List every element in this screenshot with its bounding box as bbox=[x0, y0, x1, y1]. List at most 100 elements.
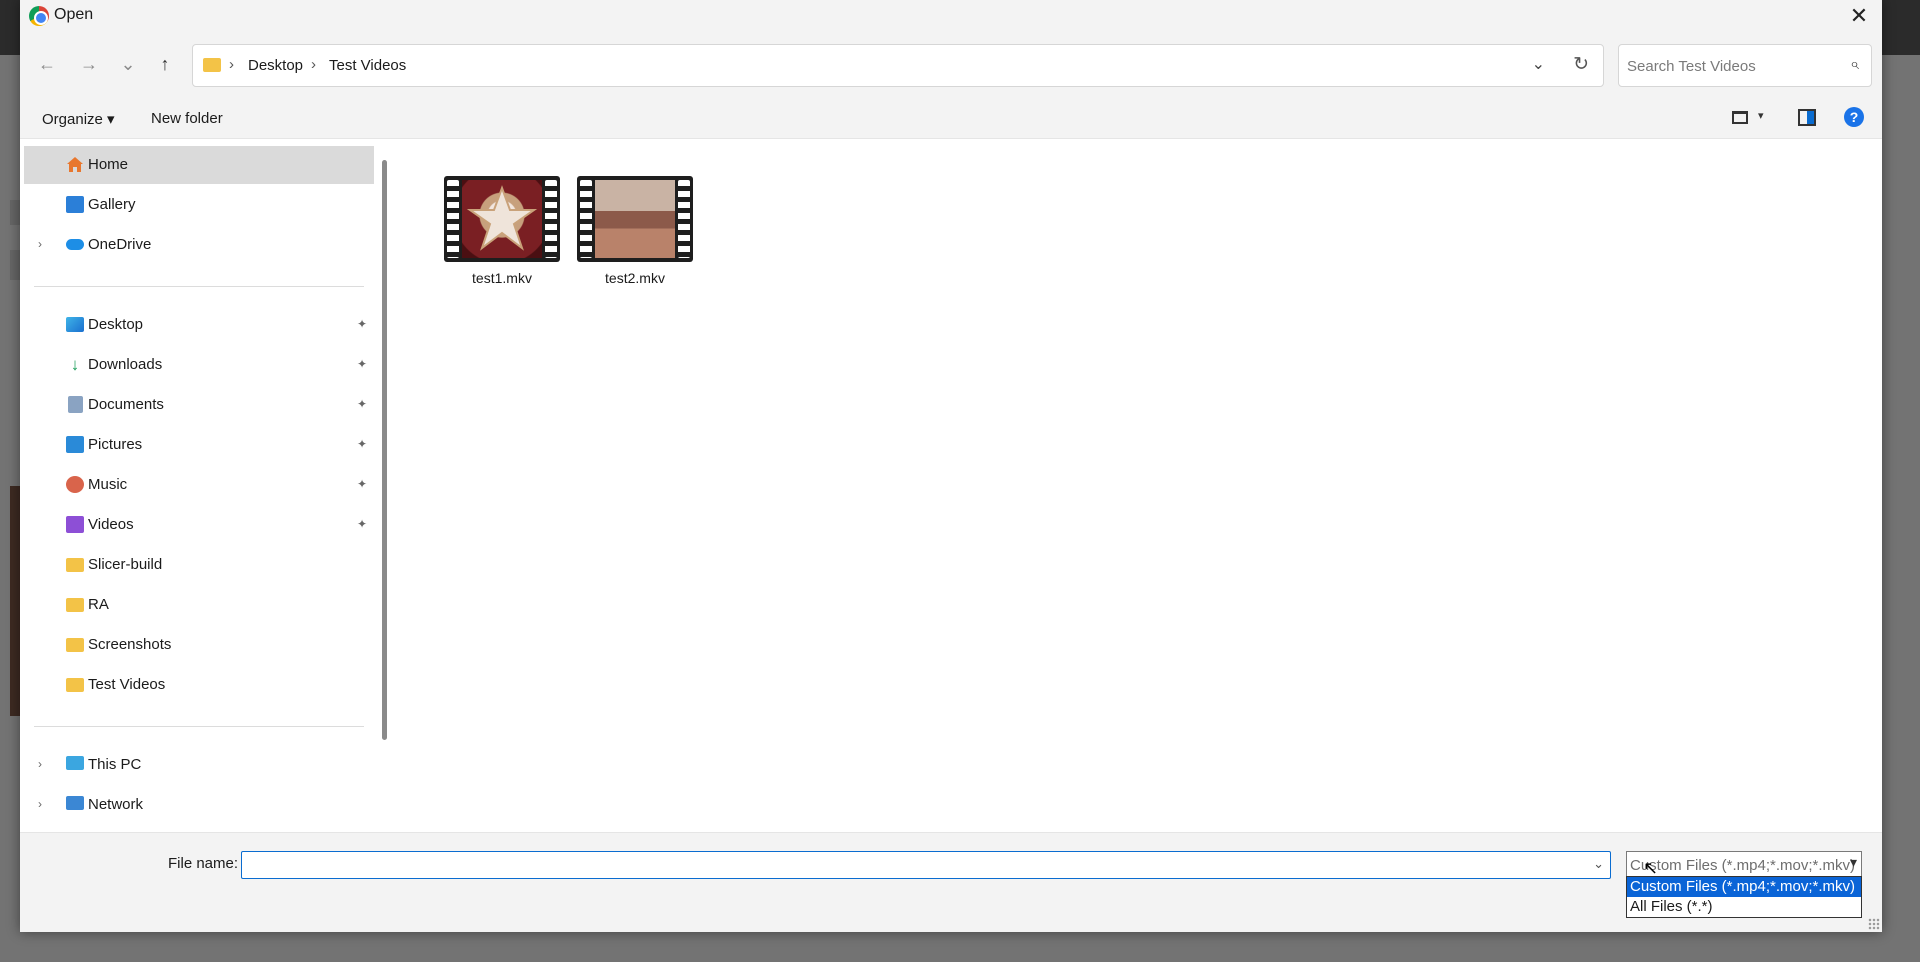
sidebar-item-label: Downloads bbox=[88, 356, 163, 373]
pin-icon[interactable]: ✦ bbox=[357, 437, 367, 451]
home-icon bbox=[66, 156, 84, 173]
videos-icon bbox=[66, 516, 84, 533]
sidebar-item-videos[interactable]: Videos ✦ bbox=[24, 506, 374, 544]
preview-pane-icon[interactable] bbox=[1798, 109, 1816, 126]
arrow-right-icon: → bbox=[80, 53, 98, 74]
file-type-option[interactable]: Custom Files (*.mp4;*.mov;*.mkv) bbox=[1627, 877, 1861, 897]
file-type-value: Custom Files (*.mp4;*.mov;*.mkv) bbox=[1630, 857, 1856, 874]
resize-grip[interactable] bbox=[1868, 918, 1880, 930]
address-history-dropdown[interactable]: ⌄ bbox=[1532, 54, 1545, 74]
folder-icon bbox=[66, 598, 84, 612]
folder-icon bbox=[203, 58, 221, 72]
folder-icon bbox=[66, 678, 84, 692]
view-mode-icon[interactable] bbox=[1732, 111, 1748, 124]
breadcrumb-desktop[interactable]: Desktop bbox=[248, 57, 303, 74]
sidebar-item-music[interactable]: Music ✦ bbox=[24, 466, 374, 504]
sidebar-item-label: Documents bbox=[88, 396, 164, 413]
view-dropdown-icon[interactable]: ▾ bbox=[1758, 109, 1764, 122]
file-item-test1[interactable]: test1.mkv bbox=[438, 176, 560, 286]
folder-icon bbox=[66, 638, 84, 652]
up-button[interactable]: ↑ bbox=[150, 49, 180, 79]
sidebar-item-label: Test Videos bbox=[88, 676, 166, 693]
folder-icon bbox=[66, 558, 84, 572]
sidebar-item-ra[interactable]: RA bbox=[24, 586, 374, 624]
search-input[interactable] bbox=[1627, 55, 1827, 77]
chrome-logo-icon bbox=[29, 6, 49, 26]
pin-icon[interactable]: ✦ bbox=[357, 517, 367, 531]
sidebar-item-documents[interactable]: Documents ✦ bbox=[24, 386, 374, 424]
film-strip-edge bbox=[580, 180, 592, 258]
chevron-right-icon[interactable]: › bbox=[38, 757, 42, 771]
sidebar-item-label: Music bbox=[88, 476, 128, 493]
gallery-icon bbox=[66, 196, 84, 213]
help-icon[interactable]: ? bbox=[1844, 107, 1864, 127]
sidebar-item-slicer-build[interactable]: Slicer-build bbox=[24, 546, 374, 584]
chevron-down-icon[interactable]: ⌄ bbox=[1593, 856, 1604, 872]
address-bar[interactable]: › Desktop › Test Videos ⌄ ↻ bbox=[192, 44, 1604, 87]
chevron-down-icon: ⌄ bbox=[120, 53, 136, 74]
pin-icon[interactable]: ✦ bbox=[357, 357, 367, 371]
sidebar-item-label: RA bbox=[88, 596, 109, 613]
sidebar-item-screenshots[interactable]: Screenshots bbox=[24, 626, 374, 664]
navigation-scrollbar[interactable] bbox=[382, 160, 387, 740]
video-frame bbox=[595, 180, 675, 258]
background-fragment bbox=[10, 486, 20, 716]
pin-icon[interactable]: ✦ bbox=[357, 317, 367, 331]
navigation-row: ← → ⌄ ↑ › Desktop › Test Videos ⌄ ↻ ⌕ bbox=[20, 31, 1882, 99]
desktop-icon bbox=[66, 317, 84, 332]
chevron-down-icon[interactable]: ▾ bbox=[1850, 854, 1857, 871]
close-icon: ✕ bbox=[1849, 2, 1869, 28]
mouse-cursor-icon: ↖ bbox=[1643, 858, 1659, 878]
pictures-icon bbox=[66, 436, 84, 453]
new-folder-button[interactable]: New folder bbox=[151, 110, 223, 127]
file-type-select[interactable]: Custom Files (*.mp4;*.mov;*.mkv) ▾ bbox=[1626, 851, 1862, 879]
back-button[interactable]: ← bbox=[32, 49, 62, 79]
sidebar-item-label: This PC bbox=[88, 756, 142, 773]
pin-icon[interactable]: ✦ bbox=[357, 477, 367, 491]
pin-icon[interactable]: ✦ bbox=[357, 397, 367, 411]
sidebar-item-desktop[interactable]: Desktop ✦ bbox=[24, 306, 374, 344]
file-name-input[interactable] bbox=[246, 855, 1566, 875]
sidebar-item-label: Network bbox=[88, 796, 144, 813]
file-name: test2.mkv bbox=[605, 270, 665, 286]
refresh-icon[interactable]: ↻ bbox=[1573, 53, 1589, 76]
background-fragment bbox=[10, 250, 20, 280]
sidebar-item-onedrive[interactable]: › OneDrive bbox=[24, 226, 374, 264]
sidebar-item-test-videos[interactable]: Test Videos bbox=[24, 666, 374, 704]
file-name-combobox[interactable]: ⌄ bbox=[241, 851, 1611, 879]
file-type-option[interactable]: All Files (*.*) bbox=[1627, 897, 1861, 917]
sidebar-item-label: Gallery bbox=[88, 196, 136, 213]
sidebar-item-label: Videos bbox=[88, 516, 134, 533]
sidebar-item-label: OneDrive bbox=[88, 236, 152, 253]
recent-locations-button[interactable]: ⌄ bbox=[113, 49, 143, 79]
sidebar-item-gallery[interactable]: Gallery bbox=[24, 186, 374, 224]
file-name: test1.mkv bbox=[472, 270, 532, 286]
search-box[interactable]: ⌕ bbox=[1618, 44, 1872, 87]
forward-button[interactable]: → bbox=[74, 49, 104, 79]
file-selection-bar: File name: ⌄ Custom Files (*.mp4;*.mov;*… bbox=[20, 832, 1882, 932]
computer-icon bbox=[66, 756, 84, 770]
sidebar-item-label: Desktop bbox=[88, 316, 144, 333]
breadcrumb-test-videos[interactable]: Test Videos bbox=[329, 57, 406, 74]
file-item-test2[interactable]: test2.mkv bbox=[571, 176, 693, 286]
network-icon bbox=[66, 796, 84, 810]
breadcrumb-separator: › bbox=[311, 56, 316, 73]
chevron-right-icon[interactable]: › bbox=[38, 237, 42, 251]
film-strip-edge bbox=[678, 180, 690, 258]
sidebar-divider bbox=[34, 726, 364, 727]
sidebar-item-downloads[interactable]: ↓ Downloads ✦ bbox=[24, 346, 374, 384]
arrow-up-icon: ↑ bbox=[160, 53, 170, 74]
organize-button[interactable]: Organize ▾ bbox=[42, 110, 115, 128]
search-icon[interactable]: ⌕ bbox=[1850, 56, 1859, 74]
film-strip-edge bbox=[545, 180, 557, 258]
video-thumbnail bbox=[444, 176, 560, 262]
sidebar-item-network[interactable]: › Network bbox=[24, 786, 374, 824]
sidebar-item-home[interactable]: Home bbox=[24, 146, 374, 184]
chevron-right-icon[interactable]: › bbox=[38, 797, 42, 811]
file-list: test1.mkv test2.mkv bbox=[395, 140, 1882, 832]
sidebar-item-pictures[interactable]: Pictures ✦ bbox=[24, 426, 374, 464]
video-thumbnail bbox=[577, 176, 693, 262]
dialog-title: Open bbox=[54, 6, 94, 23]
close-button[interactable]: ✕ bbox=[1836, 0, 1882, 31]
sidebar-item-this-pc[interactable]: › This PC bbox=[24, 746, 374, 784]
